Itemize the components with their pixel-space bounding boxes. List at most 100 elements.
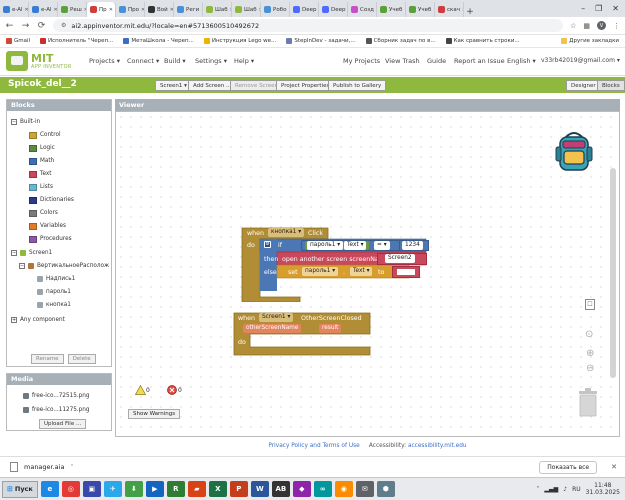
browser-tab[interactable]: e-Al ✕ xyxy=(0,2,29,17)
privacy-policy-link[interactable]: Privacy Policy and Terms of Use xyxy=(268,443,359,449)
param-result[interactable]: result xyxy=(319,324,342,333)
new-tab-button[interactable]: + xyxy=(464,7,476,17)
close-download-bar-icon[interactable]: ✕ xyxy=(611,463,617,471)
compare-property-dropdown[interactable]: Text ▾ xyxy=(344,241,367,250)
download-options-icon[interactable]: ˄ xyxy=(70,464,73,471)
builtin-group[interactable]: − Built-in xyxy=(11,117,40,127)
browser-tab[interactable]: Шаб✕ xyxy=(203,2,232,17)
taskbar-app-icon[interactable]: ▶ xyxy=(145,481,164,497)
tray-chevron-icon[interactable]: ˄ xyxy=(536,486,539,493)
empty-text-field[interactable] xyxy=(397,269,415,275)
component-tree-node[interactable]: пароль1 xyxy=(37,287,71,297)
collapse-builtin-icon[interactable]: − xyxy=(11,119,17,125)
trash-can-icon[interactable] xyxy=(577,387,599,417)
taskbar-app-icon[interactable]: ✉ xyxy=(355,481,374,497)
builtin-category-text[interactable]: Text xyxy=(29,169,52,179)
expand-any-component-icon[interactable]: + xyxy=(11,317,17,323)
collapse-arrangement-icon[interactable]: − xyxy=(19,263,25,269)
media-file[interactable]: free-ico...11275.png xyxy=(23,405,90,415)
browser-tab[interactable]: Созд✕ xyxy=(348,2,377,17)
collapse-screen-icon[interactable]: − xyxy=(11,250,17,256)
taskbar-app-icon[interactable]: AB xyxy=(271,481,290,497)
taskbar-app-icon[interactable]: ▰ xyxy=(187,481,206,497)
taskbar-app-icon[interactable]: X xyxy=(208,481,227,497)
bookmark-item[interactable]: Как сравнить строки... xyxy=(445,38,520,44)
taskbar-app-icon[interactable]: P xyxy=(229,481,248,497)
browser-tab[interactable]: скач✕ xyxy=(435,2,464,17)
browser-menu-icon[interactable]: ⋮ xyxy=(613,22,620,30)
reload-icon[interactable]: ⟳ xyxy=(37,21,46,31)
browser-tab[interactable]: Учеб✕ xyxy=(406,2,435,17)
screen-select[interactable]: Screen1 ▾ xyxy=(155,79,192,91)
zoom-in-icon[interactable]: ⊕ xyxy=(586,348,594,359)
taskbar-app-icon[interactable]: ⬢ xyxy=(376,481,395,497)
backpack-icon[interactable] xyxy=(554,129,594,173)
blocks-workspace[interactable]: when кнопка1 ▾ Click do ⚙ if пароль1 ▾ T… xyxy=(115,111,620,437)
browser-tab[interactable]: Шаб✕ xyxy=(232,2,261,17)
blocks-button[interactable]: Blocks xyxy=(597,79,625,91)
vertical-scrollbar[interactable] xyxy=(610,168,616,378)
link-report-issue[interactable]: Report an Issue xyxy=(454,57,505,65)
upload-file-button[interactable]: Upload File ... xyxy=(39,419,87,429)
language-select[interactable]: English ▾ xyxy=(507,57,536,65)
toggle-grid-icon[interactable]: ☐ xyxy=(585,299,595,310)
taskbar-app-icon[interactable]: ◆ xyxy=(292,481,311,497)
url-field[interactable]: ⚙ ai2.appinventor.mit.edu/?locale=en#571… xyxy=(53,19,564,32)
project-properties-button[interactable]: Project Properties xyxy=(276,79,335,91)
browser-tab[interactable]: Учеб✕ xyxy=(377,2,406,17)
close-window-button[interactable]: ✕ xyxy=(612,4,619,13)
downloaded-file-name[interactable]: manager.aia xyxy=(24,463,64,471)
browser-tab[interactable]: Реги✕ xyxy=(174,2,203,17)
arrangement-tree-node[interactable]: − ВертикальноеРасполож xyxy=(19,261,109,271)
volume-icon[interactable]: ♪ xyxy=(563,486,567,493)
bookmark-star-icon[interactable]: ☆ xyxy=(570,22,576,30)
taskbar-app-icon[interactable]: ◉ xyxy=(334,481,353,497)
site-info-icon[interactable]: ⚙ xyxy=(61,22,66,29)
taskbar-app-icon[interactable]: ✈ xyxy=(103,481,122,497)
browser-tab[interactable]: Deep✕ xyxy=(290,2,319,17)
bookmark-item[interactable]: StepInDev - задачи,... xyxy=(286,38,356,44)
zoom-out-icon[interactable]: ⊖ xyxy=(586,363,594,374)
event-component-dropdown[interactable]: кнопка1 ▾ xyxy=(268,228,305,237)
profile-avatar[interactable]: V xyxy=(597,21,606,30)
link-guide[interactable]: Guide xyxy=(427,57,446,65)
start-button[interactable]: ⊞ Пуск xyxy=(2,480,38,498)
bookmark-item[interactable]: Сборник задач по в... xyxy=(365,38,436,44)
browser-tab[interactable]: Робо✕ xyxy=(261,2,290,17)
builtin-category-math[interactable]: Math xyxy=(29,156,54,166)
builtin-category-control[interactable]: Control xyxy=(29,130,61,140)
param-other-screen-name[interactable]: otherScreenName xyxy=(243,324,302,333)
clock[interactable]: 11:48 31.03.2025 xyxy=(586,482,620,496)
builtin-category-procedures[interactable]: Procedures xyxy=(29,234,72,244)
bookmark-item[interactable]: МетаШкола - Череп... xyxy=(123,38,194,44)
menu-build[interactable]: Build ▾ xyxy=(164,57,186,65)
recenter-icon[interactable]: ⊙ xyxy=(585,329,593,340)
tray-language[interactable]: RU xyxy=(572,486,581,493)
browser-tab[interactable]: Deep✕ xyxy=(319,2,348,17)
screen1-tree-node[interactable]: − Screen1 xyxy=(11,248,52,258)
rename-button[interactable]: Rename xyxy=(31,354,64,364)
browser-tab[interactable]: Реш✕ xyxy=(58,2,87,17)
browser-tab[interactable]: Про ✕ xyxy=(116,2,145,17)
menu-settings[interactable]: Settings ▾ xyxy=(195,57,227,65)
menu-projects[interactable]: Projects ▾ xyxy=(89,57,120,65)
builtin-category-dictionaries[interactable]: Dictionaries xyxy=(29,195,74,205)
network-icon[interactable]: ▂▄▆ xyxy=(544,486,558,493)
component-tree-node[interactable]: Надпись1 xyxy=(37,274,75,284)
browser-tab[interactable]: Пр ✕ xyxy=(87,2,116,17)
set-component-dropdown[interactable]: пароль1 ▾ xyxy=(302,267,339,276)
taskbar-app-icon[interactable]: ∞ xyxy=(313,481,332,497)
taskbar-app-icon[interactable]: W xyxy=(250,481,269,497)
taskbar-app-icon[interactable]: ▣ xyxy=(82,481,101,497)
any-component-node[interactable]: + Any component xyxy=(11,315,65,325)
browser-tab[interactable]: Вой ✕ xyxy=(145,2,174,17)
extensions-icon[interactable]: ▦ xyxy=(583,22,590,30)
builtin-category-colors[interactable]: Colors xyxy=(29,208,58,218)
compare-value-field[interactable]: 1234 xyxy=(402,241,423,250)
publish-to-gallery-button[interactable]: Publish to Gallery xyxy=(328,79,387,91)
screen-component-dropdown[interactable]: Screen1 ▾ xyxy=(259,313,294,322)
compare-component-dropdown[interactable]: пароль1 ▾ xyxy=(307,241,344,250)
bookmark-item[interactable]: Исполнитель "Череп... xyxy=(40,38,113,44)
account-menu[interactable]: v33rb42019@gmail.com ▾ xyxy=(541,57,620,64)
taskbar-app-icon[interactable]: ◎ xyxy=(61,481,80,497)
